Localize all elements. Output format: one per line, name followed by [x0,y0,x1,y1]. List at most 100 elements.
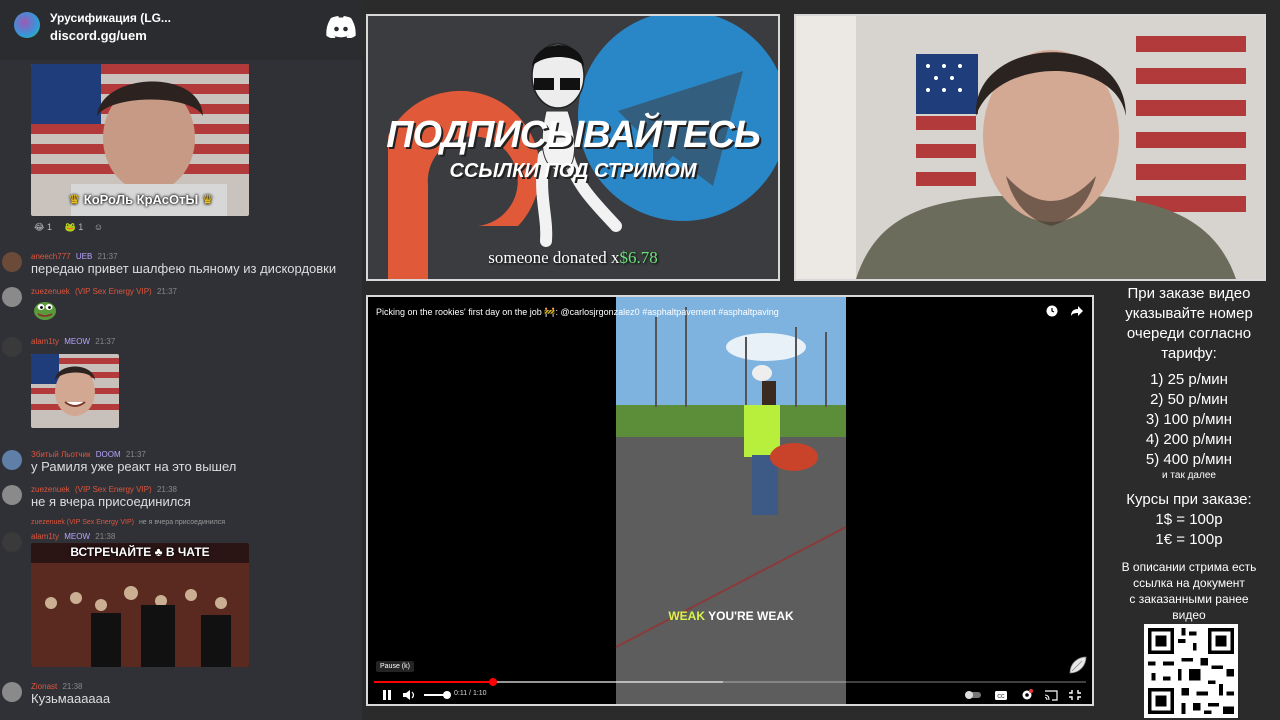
pause-tooltip: Pause (k) [376,661,414,672]
caption-highlight: WEAK [668,609,705,623]
description-note: В описании стрима есть ссылка на докумен… [1098,559,1280,623]
tariff-item: 1) 25 р/мин [1150,371,1228,388]
avatar[interactable] [2,682,22,702]
qr-code-icon[interactable] [1144,624,1238,718]
reactions-row: 😂 1 🐸 1 ☺ [34,222,103,233]
video-scene [616,297,846,704]
chat-panel: Урусификация (LG... discord.gg/uem ♛ КоР… [0,0,362,720]
order-instructions: При заказе видео указывайте номер очеред… [1098,284,1280,364]
progress-bar[interactable] [374,678,1086,686]
pause-icon[interactable] [380,689,394,701]
tariff-item: 3) 100 р/мин [1145,411,1233,428]
order-line: При заказе видео [1127,285,1251,302]
cast-icon[interactable] [1044,689,1058,701]
message-text: не я вчера присоединился [31,494,191,509]
user-badge: MEOW [64,532,91,541]
time-readout: 0:11 / 1:10 [454,690,487,697]
tariff-list: 1) 25 р/мин 2) 50 р/мин 3) 100 р/мин 4) … [1098,370,1280,482]
volume-icon[interactable] [402,689,416,701]
avatar[interactable] [2,337,22,357]
message-meta: zuezenuek (VIP Sex Energy VIP) 21:37 [31,287,177,296]
promo-headline: ПОДПИСЫВАЙТЕСЬ [386,114,761,156]
laugh-reaction[interactable]: 😂 1 [34,222,52,232]
user-badge: UEB [75,252,93,261]
promo-subline: ССЫЛКИ ПОД СТРИМОМ [449,160,697,182]
video-player[interactable]: WEAK YOU'RE WEAK Picking on the rookies'… [366,295,1094,706]
server-icon [14,12,40,38]
desc-line: видео [1172,608,1206,622]
tariff-item: 2) 50 р/мин [1150,391,1228,408]
volume-knob[interactable] [443,691,452,699]
user-badge: (VIP Sex Energy VIP) [74,485,152,494]
message-text: Кузьмаааааа [31,691,111,706]
progress-played [374,681,493,683]
message-image-king[interactable]: ♛ КоРоЛь КрАсОтЫ ♛ [31,64,249,216]
promo-panel: ПОДПИСЫВАЙТЕСЬ ССЫЛКИ ПОД СТРИМОМ someon… [366,14,780,281]
settings-icon[interactable] [1020,689,1034,701]
message-time: 21:38 [62,682,83,691]
avatar[interactable] [2,485,22,505]
user-badge: MEOW [64,337,91,346]
message-author[interactable]: zuezenuek [31,485,70,494]
avatar[interactable] [2,287,22,307]
autoplay-toggle-icon[interactable] [964,689,982,701]
rate-item: 1€ = 100р [1155,531,1223,548]
message-author[interactable]: zuezenuek [31,287,70,296]
reply-text: не я вчера присоединился [138,519,226,526]
add-reaction-icon[interactable]: ☺ [94,222,103,232]
avatar[interactable] [2,532,22,552]
avatar[interactable] [2,252,22,272]
message-author[interactable]: alam1ty [31,532,59,541]
video-frame[interactable]: WEAK YOU'RE WEAK [616,297,846,704]
message-author[interactable]: alam1ty [31,337,59,346]
crowd-image [31,543,249,667]
user-badge: DOOM [95,450,121,459]
donation-alert: someone donated x$6.78 [368,248,778,268]
message-time: 21:37 [95,337,116,346]
server-name: Урусификация (LG... [50,11,171,25]
rates-block: Курсы при заказе: 1$ = 100р 1€ = 100р [1098,490,1280,550]
desc-line: с заказанными ранее [1129,592,1249,606]
crown-icon: ♛ [68,192,81,207]
video-title[interactable]: Picking on the rookies' first day on the… [376,307,779,318]
avatar[interactable] [2,450,22,470]
caption-rest: YOU'RE WEAK [708,609,794,623]
clock-icon[interactable] [1046,305,1058,317]
server-invite-link[interactable]: discord.gg/uem [50,28,147,43]
message-meta: Zionast 21:38 [31,682,83,691]
message-author[interactable]: Zionast [31,682,57,691]
message-time: 21:37 [97,252,118,261]
message-meta: alam1ty MEOW 21:37 [31,337,115,346]
pepe-reaction[interactable]: 🐸 1 [65,222,84,232]
message-meta: alam1ty MEOW 21:38 [31,532,115,541]
message-author[interactable]: Збитый Льотчик [31,450,90,459]
donation-text: someone donated x [488,248,620,267]
reply-preview[interactable]: zuezenuek (VIP Sex Energy VIP) не я вчер… [31,519,225,526]
message-text: у Рамиля уже реакт на это вышел [31,459,237,474]
message-time: 21:38 [156,485,177,494]
message-image-welcome[interactable]: ВСТРЕЧАЙТЕ ♣ В ЧАТЕ [31,543,249,667]
volume-slider[interactable] [424,691,452,699]
webcam-feed [794,14,1266,281]
image-caption-text: КоРоЛь КрАсОтЫ [83,192,199,207]
message-author[interactable]: aneech777 [31,252,71,261]
image-caption: ♛ КоРоЛь КрАсОтЫ ♛ [51,192,231,208]
desc-line: ссылка на документ [1133,576,1245,590]
desc-line: В описании стрима есть [1121,560,1257,574]
tariff-more: и так далее [1162,470,1216,481]
webcam-image [796,16,1264,279]
captions-icon[interactable]: CC [994,689,1008,701]
pepe-emote-icon [34,302,56,320]
rates-title: Курсы при заказе: [1126,491,1252,508]
player-controls: 0:11 / 1:10 CC [368,685,1092,704]
svg-text:CC: CC [997,694,1005,700]
message-image-face[interactable] [31,354,119,428]
tariff-item: 5) 400 р/мин [1145,451,1233,468]
share-icon[interactable] [1070,305,1084,317]
message-text: передаю привет шалфею пьяному из дискорд… [31,261,337,276]
chat-header: Урусификация (LG... discord.gg/uem [0,0,362,60]
message-meta: Збитый Льотчик DOOM 21:37 [31,450,146,459]
exit-fullscreen-icon[interactable] [1068,689,1082,701]
user-badge: (VIP Sex Energy VIP) [74,287,152,296]
leaf-icon [1069,656,1087,674]
